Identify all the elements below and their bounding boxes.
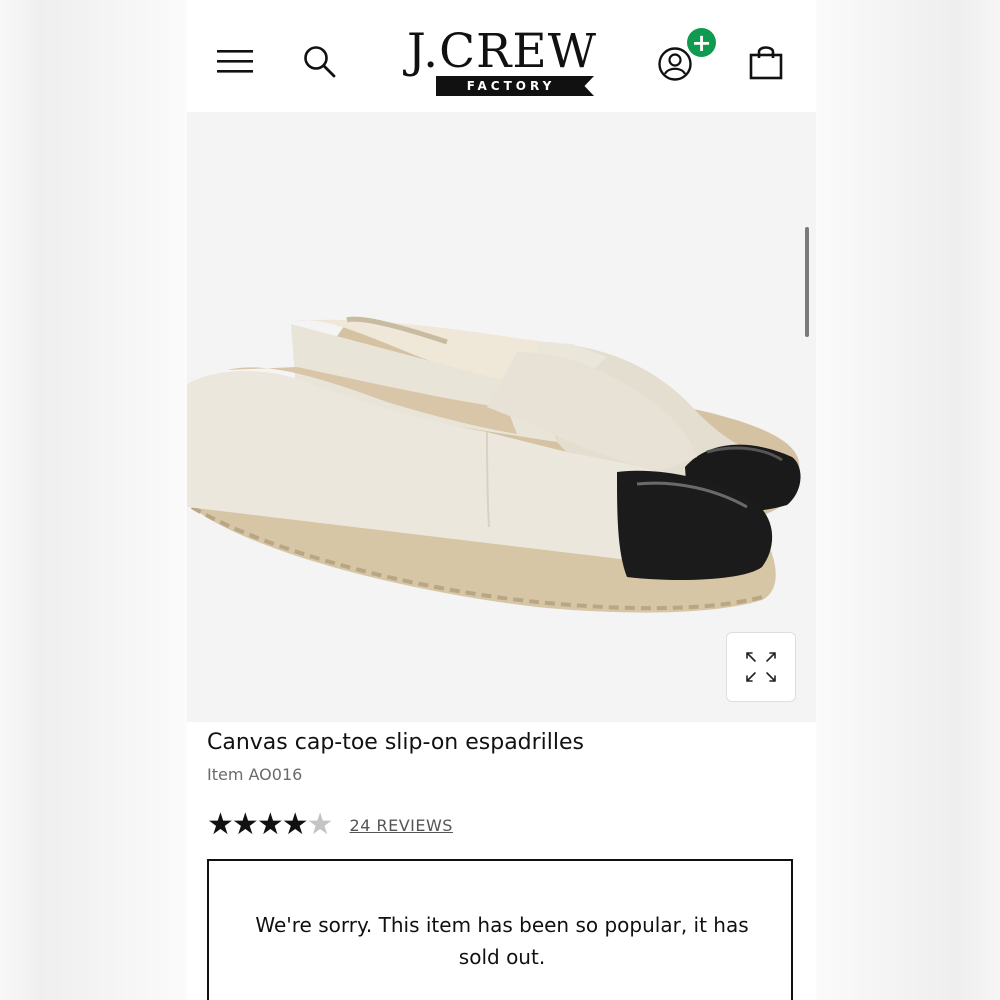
logo-subtitle: FACTORY [466, 79, 556, 93]
item-number: Item AO016 [207, 765, 303, 784]
logo-wordmark: J.CREW [406, 24, 598, 79]
product-image[interactable] [187, 112, 816, 722]
image-scrollbar[interactable] [805, 227, 809, 337]
star-filled-icon: ★ [281, 807, 309, 842]
background-right [816, 0, 1000, 1000]
menu-icon[interactable] [217, 48, 255, 76]
account-plus-badge[interactable]: + [687, 28, 716, 57]
sold-out-message: We're sorry. This item has been so popul… [255, 913, 749, 969]
sold-out-notice: We're sorry. This item has been so popul… [207, 859, 793, 1000]
star-filled-icon: ★ [231, 807, 259, 842]
expand-icon [746, 652, 776, 682]
expand-image-button[interactable] [726, 632, 796, 702]
plus-icon: + [691, 28, 712, 57]
jcrew-factory-logo[interactable]: J.CREW FACTORY [406, 28, 598, 100]
product-title: Canvas cap-toe slip-on espadrilles [207, 730, 585, 755]
account-icon[interactable] [657, 46, 693, 82]
reviews-link[interactable]: 24 REVIEWS [350, 816, 453, 835]
rating-row: ★ ★ ★ ★ ★ 24 REVIEWS [207, 807, 453, 843]
shopping-bag-icon[interactable] [749, 44, 783, 80]
star-empty-icon: ★ [306, 807, 334, 842]
espadrille-image [187, 316, 801, 613]
site-header: J.CREW FACTORY + [187, 0, 816, 112]
star-filled-icon: ★ [256, 807, 284, 842]
star-filled-icon: ★ [207, 807, 234, 842]
search-icon[interactable] [303, 44, 337, 80]
mobile-page: J.CREW FACTORY + Canvas cap-toe slip-on … [187, 0, 816, 1000]
